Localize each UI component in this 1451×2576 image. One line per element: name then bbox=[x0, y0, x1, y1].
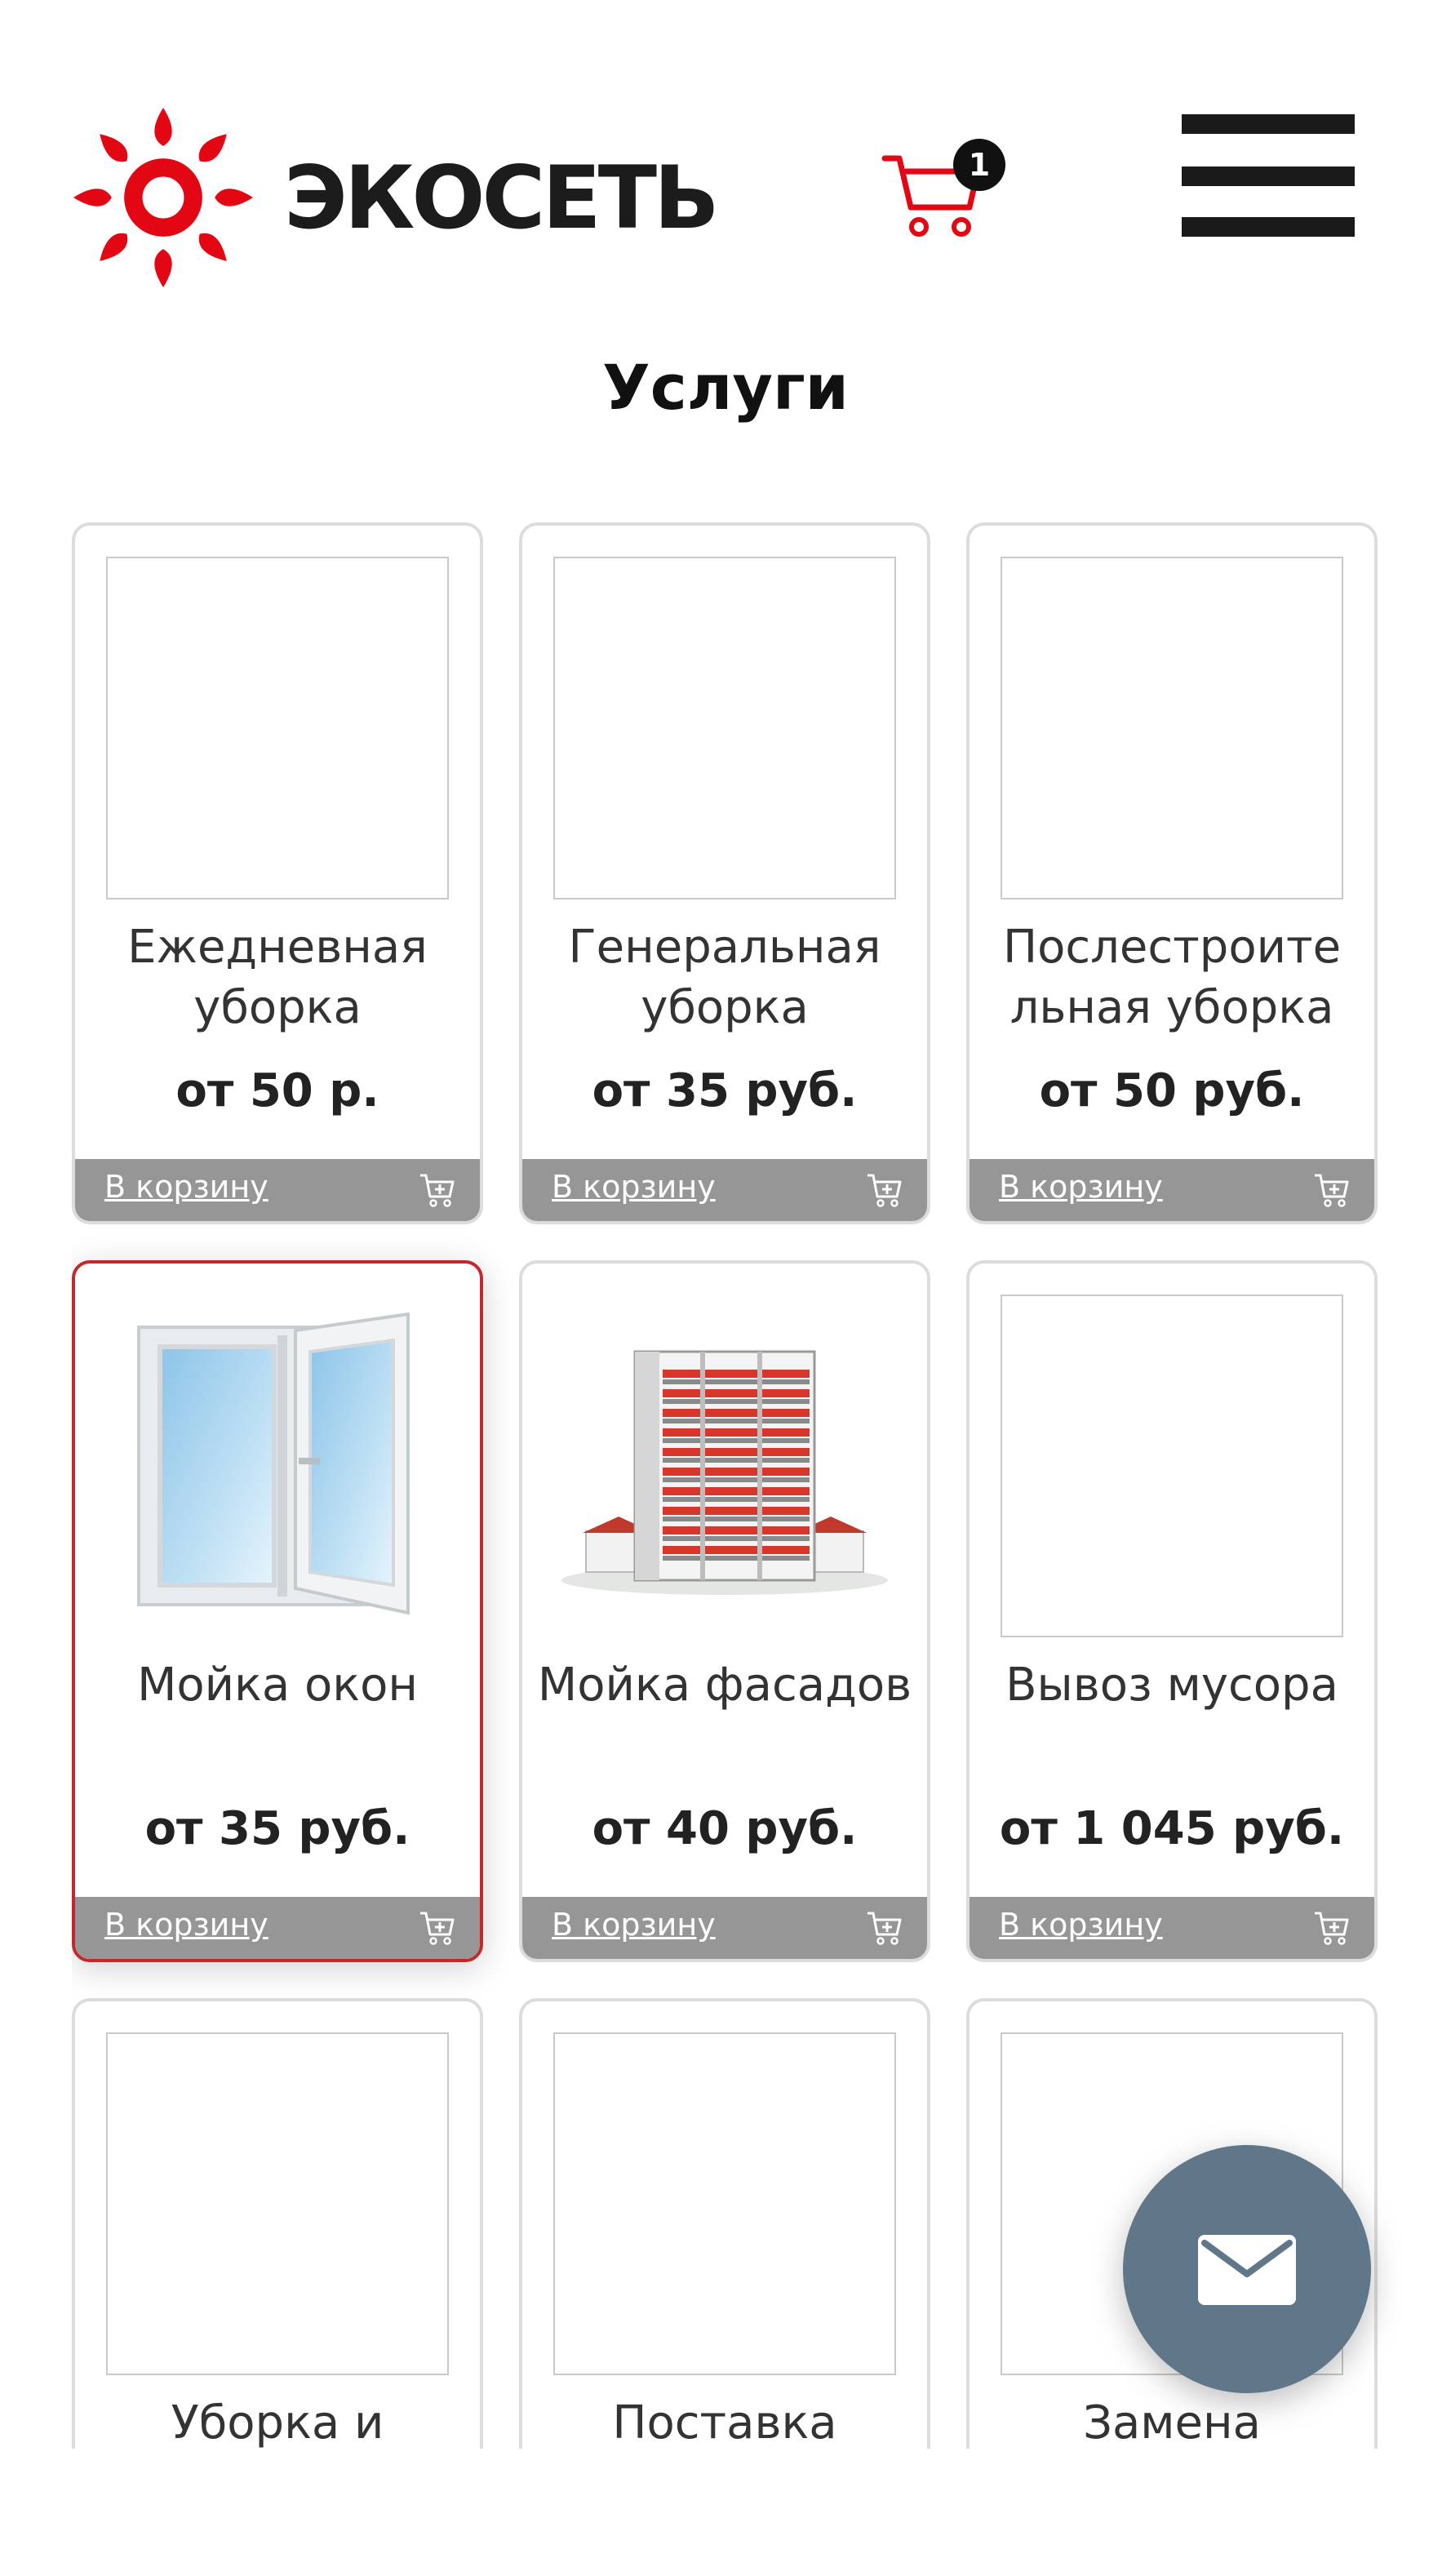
service-card[interactable]: Уборка и bbox=[72, 1998, 483, 2449]
logo[interactable]: ЭКОСЕТЬ bbox=[72, 106, 720, 289]
add-to-cart-icon[interactable] bbox=[1312, 1908, 1350, 1946]
add-to-cart-link[interactable]: В корзину bbox=[104, 1169, 268, 1205]
building-image[interactable] bbox=[553, 1295, 896, 1637]
add-to-cart-link[interactable]: В корзину bbox=[552, 1169, 716, 1205]
page-title: Услуги bbox=[602, 351, 849, 424]
add-to-cart-icon[interactable] bbox=[418, 1170, 455, 1208]
add-to-cart-icon[interactable] bbox=[865, 1908, 903, 1946]
service-image-placeholder[interactable] bbox=[1001, 557, 1343, 899]
service-price: от 50 руб. bbox=[1039, 1064, 1305, 1117]
service-title[interactable]: Ежедневная уборка bbox=[85, 917, 470, 1038]
mail-icon bbox=[1198, 2235, 1296, 2305]
service-image-placeholder[interactable] bbox=[553, 557, 896, 899]
burger-line bbox=[1182, 217, 1355, 237]
menu-button[interactable] bbox=[1182, 114, 1355, 237]
cart-button[interactable]: 1 bbox=[881, 139, 1005, 245]
service-title[interactable]: Уборка и bbox=[85, 2393, 470, 2449]
add-to-cart-icon[interactable] bbox=[865, 1170, 903, 1208]
add-to-cart-link[interactable]: В корзину bbox=[104, 1907, 268, 1943]
window-image[interactable] bbox=[106, 1295, 449, 1637]
service-title[interactable]: Мойка фасадов bbox=[532, 1655, 917, 1716]
service-price: от 40 руб. bbox=[592, 1802, 858, 1855]
service-card[interactable]: Вывоз мусора от 1 045 руб. В корзину bbox=[966, 1260, 1378, 1962]
service-title[interactable]: Генеральная уборка bbox=[532, 917, 917, 1038]
service-image-placeholder[interactable] bbox=[106, 2032, 449, 2375]
service-card[interactable]: Мойка фасадов от 40 руб. В корзину bbox=[519, 1260, 930, 1962]
service-title[interactable]: Послестроите льная уборка bbox=[979, 917, 1364, 1038]
add-to-cart-icon[interactable] bbox=[1312, 1170, 1350, 1208]
service-image-placeholder[interactable] bbox=[553, 2032, 896, 2375]
service-price: от 35 руб. bbox=[144, 1802, 410, 1855]
window-icon bbox=[137, 1312, 410, 1615]
services-grid: Ежедневная уборка от 50 р. В корзину Ген… bbox=[72, 522, 1378, 2449]
card-footer: В корзину bbox=[75, 1897, 480, 1959]
add-to-cart-link[interactable]: В корзину bbox=[999, 1169, 1163, 1205]
cart-count-badge: 1 bbox=[953, 139, 1005, 191]
card-footer: В корзину bbox=[522, 1897, 927, 1959]
service-image-placeholder[interactable] bbox=[106, 557, 449, 899]
service-image-placeholder[interactable] bbox=[1001, 1295, 1343, 1637]
service-price: от 35 руб. bbox=[592, 1064, 858, 1117]
service-title[interactable]: Вывоз мусора bbox=[979, 1655, 1364, 1716]
card-footer: В корзину bbox=[75, 1159, 480, 1221]
card-footer: В корзину bbox=[522, 1159, 927, 1221]
burger-line bbox=[1182, 167, 1355, 186]
building-icon bbox=[561, 1350, 888, 1595]
service-card[interactable]: Генеральная уборка от 35 руб. В корзину bbox=[519, 522, 930, 1224]
service-price: от 50 р. bbox=[175, 1064, 379, 1117]
burger-line bbox=[1182, 114, 1355, 134]
logo-text: ЭКОСЕТЬ bbox=[284, 147, 720, 248]
header: ЭКОСЕТЬ 1 bbox=[0, 0, 1451, 343]
service-price: от 1 045 руб. bbox=[999, 1802, 1345, 1855]
contact-fab-button[interactable] bbox=[1123, 2145, 1371, 2393]
service-card[interactable]: Мойка окон от 35 руб. В корзину bbox=[72, 1260, 483, 1962]
service-card[interactable]: Ежедневная уборка от 50 р. В корзину bbox=[72, 522, 483, 1224]
card-footer: В корзину bbox=[970, 1897, 1374, 1959]
service-title[interactable]: Мойка окон bbox=[85, 1655, 470, 1716]
add-to-cart-icon[interactable] bbox=[418, 1908, 455, 1946]
sun-logo-icon bbox=[73, 108, 253, 287]
add-to-cart-link[interactable]: В корзину bbox=[552, 1907, 716, 1943]
service-card[interactable]: Послестроите льная уборка от 50 руб. В к… bbox=[966, 522, 1378, 1224]
card-footer: В корзину bbox=[970, 1159, 1374, 1221]
service-title[interactable]: Поставка bbox=[532, 2393, 917, 2449]
add-to-cart-link[interactable]: В корзину bbox=[999, 1907, 1163, 1943]
service-title[interactable]: Замена bbox=[979, 2393, 1364, 2449]
service-card[interactable]: Поставка bbox=[519, 1998, 930, 2449]
